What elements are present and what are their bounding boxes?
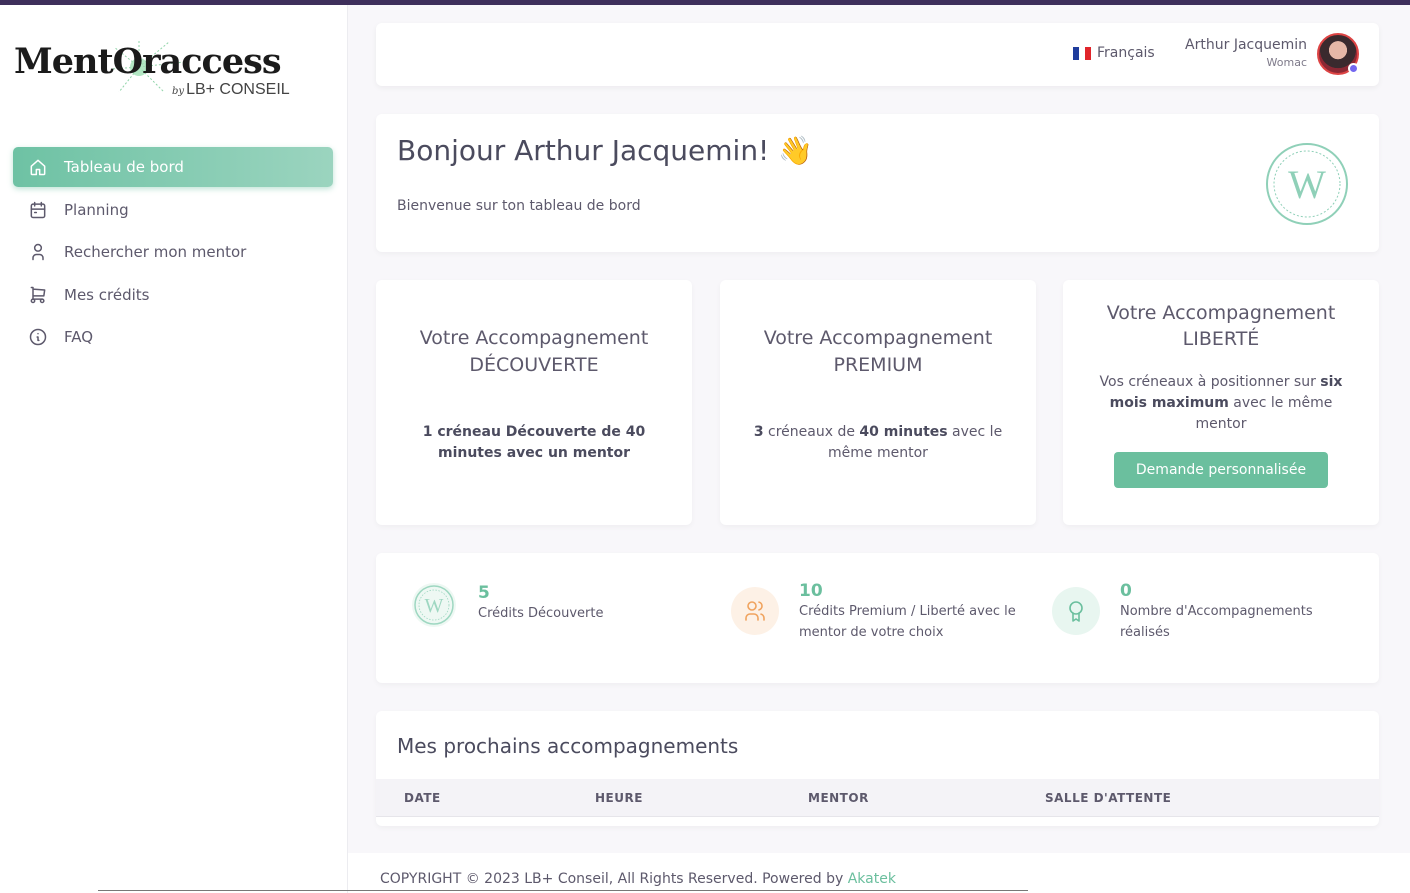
sidebar-item-label: Planning bbox=[64, 200, 129, 219]
column-header-time[interactable]: HEURE bbox=[595, 791, 643, 805]
sidebar-item-credits[interactable]: Mes crédits bbox=[13, 275, 333, 315]
welcome-title: Bonjour Arthur Jacquemin! 👋 bbox=[397, 134, 814, 167]
user-name[interactable]: Arthur Jacquemin bbox=[1185, 37, 1307, 53]
info-icon bbox=[27, 326, 49, 348]
language-label: Français bbox=[1097, 45, 1155, 61]
offer-description: Vos créneaux à positionner sur six mois … bbox=[1099, 374, 1343, 432]
waving-hand-icon: 👋 bbox=[778, 134, 814, 167]
french-flag-icon bbox=[1073, 46, 1091, 60]
user-role: Womac bbox=[1266, 56, 1307, 69]
sidebar-item-label: Tableau de bord bbox=[64, 158, 184, 176]
offer-card-premium: Votre Accompagnement PREMIUM 3 créneaux d… bbox=[720, 280, 1036, 525]
sidebar-item-label: Rechercher mon mentor bbox=[64, 243, 247, 261]
sidebar-item-label: FAQ bbox=[64, 328, 94, 346]
svg-text:W: W bbox=[425, 595, 444, 617]
offer-title: Votre Accompagnement PREMIUM bbox=[763, 327, 993, 376]
logo-subtitle: by LB+ CONSEIL bbox=[172, 81, 290, 98]
custom-request-button[interactable]: Demande personnalisée bbox=[1113, 452, 1329, 488]
upcoming-sessions-card: Mes prochains accompagnements DATE HEURE… bbox=[376, 711, 1379, 826]
stat-label: Nombre d'Accompagnements réalisés bbox=[1120, 604, 1313, 640]
footer: COPYRIGHT © 2023 LB+ Conseil, All Rights… bbox=[348, 853, 1410, 893]
stat-premium-credits: 10 Crédits Premium / Liberté avec le men… bbox=[731, 581, 1031, 643]
column-header-mentor[interactable]: MENTOR bbox=[808, 791, 869, 805]
table-header: DATE HEURE MENTOR SALLE D'ATTENTE bbox=[376, 779, 1379, 817]
award-icon bbox=[1052, 587, 1100, 635]
column-header-waiting-room[interactable]: SALLE D'ATTENTE bbox=[1045, 791, 1171, 805]
upcoming-title: Mes prochains accompagnements bbox=[397, 734, 739, 758]
sidebar-item-dashboard[interactable]: Tableau de bord bbox=[13, 147, 333, 187]
footer-divider bbox=[98, 890, 1028, 891]
sidebar-item-faq[interactable]: FAQ bbox=[13, 317, 333, 357]
stat-label: Crédits Premium / Liberté avec le mentor… bbox=[799, 604, 1016, 640]
stat-discovery-credits: W 5 Crédits Découverte bbox=[410, 581, 603, 629]
users-icon bbox=[731, 587, 779, 635]
akatek-link[interactable]: Akatek bbox=[848, 871, 896, 887]
offer-title: Votre Accompagnement LIBERTÉ bbox=[1106, 302, 1336, 350]
sidebar-nav: Tableau de bord Planning Rechercher mon … bbox=[13, 147, 333, 360]
language-selector[interactable]: Français bbox=[1073, 45, 1155, 61]
sidebar-item-find-mentor[interactable]: Rechercher mon mentor bbox=[13, 232, 333, 272]
cart-icon bbox=[27, 284, 49, 306]
offer-title: Votre Accompagnement DÉCOUVERTE bbox=[419, 327, 649, 376]
welcome-card: Bonjour Arthur Jacquemin! 👋 Bienvenue su… bbox=[376, 114, 1379, 252]
sidebar-item-planning[interactable]: Planning bbox=[13, 190, 333, 230]
sidebar-item-label: Mes crédits bbox=[64, 285, 150, 304]
w-badge-icon: W bbox=[1266, 143, 1348, 225]
logo-wordmark: MentOraccess bbox=[14, 41, 282, 82]
online-status-dot bbox=[1348, 63, 1359, 74]
top-header: Français Arthur Jacquemin Womac bbox=[376, 23, 1379, 86]
stat-completed-sessions: 0 Nombre d'Accompagnements réalisés bbox=[1052, 581, 1352, 643]
w-badge-icon: W bbox=[410, 581, 458, 629]
stat-value: 10 bbox=[799, 581, 823, 601]
stat-value: 5 bbox=[478, 583, 490, 603]
stat-value: 0 bbox=[1120, 581, 1132, 601]
offer-card-liberty: Votre Accompagnement LIBERTÉ Vos créneaux… bbox=[1063, 280, 1379, 525]
offer-card-discovery: Votre Accompagnement DÉCOUVERTE 1 créneau… bbox=[376, 280, 692, 525]
home-icon bbox=[27, 156, 49, 178]
column-header-date[interactable]: DATE bbox=[404, 791, 441, 805]
calendar-icon bbox=[27, 199, 49, 221]
stat-label: Crédits Découverte bbox=[478, 606, 604, 621]
stats-card: W 5 Crédits Découverte 10 Crédits Premiu… bbox=[376, 553, 1379, 683]
welcome-subtitle: Bienvenue sur ton tableau de bord bbox=[397, 198, 641, 214]
offer-description: 1 créneau Découverte de 40 minutes avec … bbox=[422, 424, 646, 461]
copyright-text: COPYRIGHT © 2023 LB+ Conseil, All Rights… bbox=[380, 871, 896, 887]
svg-text:W: W bbox=[1288, 162, 1326, 207]
offer-description: 3 créneaux de 40 minutes avec le même me… bbox=[753, 424, 1003, 461]
user-icon bbox=[27, 241, 49, 263]
sidebar: MentOraccess by LB+ CONSEIL Tableau de bo… bbox=[0, 5, 348, 893]
app-logo[interactable]: MentOraccess by LB+ CONSEIL bbox=[14, 39, 294, 105]
